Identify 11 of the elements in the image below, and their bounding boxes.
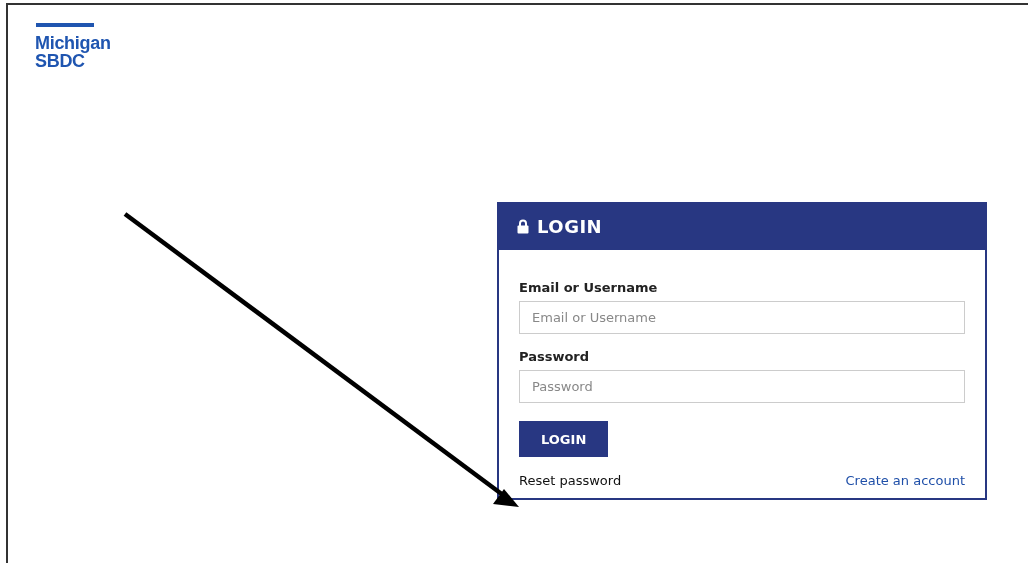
logo-text: Michigan SBDC: [35, 34, 112, 70]
lock-icon: [517, 218, 529, 234]
field-label: Email or Username: [519, 280, 659, 295]
logo-bar: [36, 23, 94, 27]
reset-password-link[interactable]: Reset password: [519, 473, 622, 488]
input-field[interactable]: Email or Username: [519, 301, 965, 334]
field-label: Password: [519, 349, 591, 364]
card-title: LOGIN: [537, 215, 603, 237]
login-button[interactable]: LOGIN: [519, 421, 609, 457]
input-field[interactable]: Password: [519, 370, 965, 403]
create-account-link[interactable]: Create an account: [845, 473, 965, 488]
